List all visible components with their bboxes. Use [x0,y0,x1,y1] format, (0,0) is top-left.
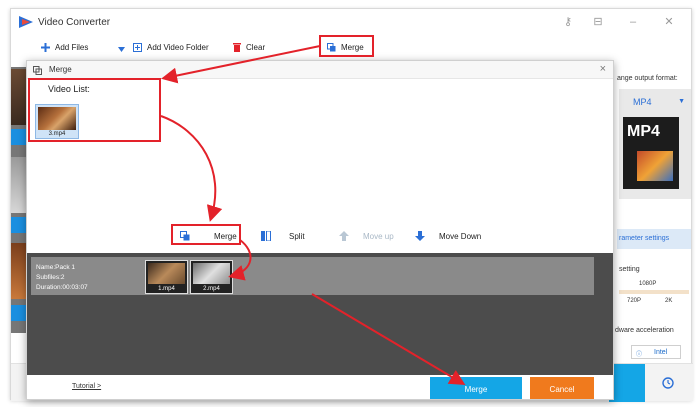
trash-icon [233,43,241,52]
file-tab[interactable] [11,129,27,145]
pack-name: Name:Pack 1 [36,264,76,271]
dialog-close-button[interactable]: × [600,63,606,75]
dialog-footer: Tutorial > Merge Cancel [27,375,613,399]
chevron-down-icon: ▼ [678,98,685,105]
pack-duration: Duration:00:03:07 [36,284,88,291]
format-art [637,151,673,181]
quality-2k: 2K [665,298,673,304]
dialog-toolbar: Merge Split Move up Move Down [27,227,613,247]
file-tab[interactable] [11,305,27,321]
clip-thumbnail [193,263,230,284]
alarm-clock-icon[interactable] [661,375,675,389]
clip-thumbnail [148,263,185,284]
intel-toggle[interactable]: ⓘ Intel [631,345,681,359]
run-button[interactable] [609,364,645,402]
app-logo-icon [19,16,33,28]
format-graphic: MP4 [623,117,679,189]
clip-name: 1.mp4 [158,286,175,292]
pack-subfiles: Subfiles:2 [36,274,65,281]
split-button[interactable]: Split [261,231,305,241]
arrow-down-icon [415,231,425,241]
file-thumbnail[interactable] [11,69,27,125]
clip-name: 2.mp4 [203,286,220,292]
dialog-title: Merge [49,65,72,74]
minimize-button[interactable]: – [625,15,641,29]
file-thumbnail[interactable] [11,243,27,299]
quality-720p: 720P [627,298,642,304]
quality-slider[interactable] [619,290,689,294]
pack-clip[interactable]: 1.mp4 [145,260,188,294]
dialog-title-bar: Merge × [27,61,613,79]
add-files-button[interactable]: Add Files [41,43,88,52]
add-video-folder-label: Add Video Folder [147,43,209,52]
parameter-settings-label: rameter settings [619,235,670,242]
move-down-button[interactable]: Move Down [415,231,481,241]
intel-logo-icon: ⓘ [636,352,643,358]
add-video-folder-button[interactable]: Add Video Folder [133,43,209,52]
clear-button[interactable]: Clear [233,43,265,52]
cart-icon[interactable]: ⊟ [590,15,606,29]
app-title: Video Converter [38,17,111,28]
output-panel: ange output format: MP4 ▼ MP4 rameter se… [615,67,693,367]
annotation-box-video-list [28,78,161,142]
plus-icon [41,43,50,52]
file-thumbnail[interactable] [11,157,27,213]
file-tab[interactable] [11,217,27,233]
chevron-down-icon[interactable] [118,47,125,52]
clear-label: Clear [246,43,266,52]
hardware-acceleration-label: dware acceleration [615,327,674,334]
quality-setting-label: setting [619,266,640,273]
folder-plus-icon [133,43,142,52]
pack-row[interactable]: Name:Pack 1 Subfiles:2 Duration:00:03:07… [31,257,594,295]
pack-info: Name:Pack 1 Subfiles:2 Duration:00:03:07 [36,263,88,293]
arrow-up-icon [339,231,349,241]
split-icon [261,231,271,241]
merge-button[interactable]: Merge [430,377,522,399]
title-bar: Video Converter ⚷ ⊟ – ✕ [11,9,691,36]
key-icon[interactable]: ⚷ [560,15,576,29]
parameter-settings-button[interactable]: rameter settings [617,229,691,249]
tutorial-link[interactable]: Tutorial > [72,383,101,390]
format-name: MP4 [633,97,652,107]
cancel-button[interactable]: Cancel [530,377,594,399]
annotation-box-toolbar-merge [319,35,374,57]
quality-1080p: 1080P [639,281,657,287]
format-graphic-label: MP4 [627,123,660,140]
move-up-label: Move up [363,231,394,241]
file-list-strip [11,67,27,333]
move-up-button[interactable]: Move up [339,231,394,241]
format-selector[interactable]: MP4 ▼ MP4 [619,89,691,199]
close-window-button[interactable]: ✕ [661,15,677,29]
merge-icon [33,66,42,75]
merge-pack-area: Name:Pack 1 Subfiles:2 Duration:00:03:07… [27,253,613,375]
annotation-box-merge-tool [171,224,241,245]
output-format-label: ange output format: [617,75,678,82]
split-label: Split [289,231,305,241]
pack-clip[interactable]: 2.mp4 [190,260,233,294]
add-files-label: Add Files [55,43,89,52]
intel-label: Intel [654,349,668,356]
move-down-label: Move Down [439,231,482,241]
